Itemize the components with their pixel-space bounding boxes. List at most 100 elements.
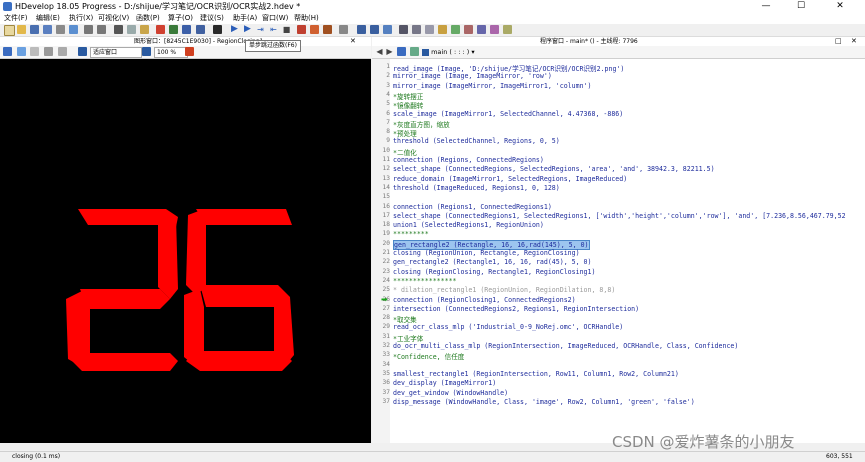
- calibration-icon[interactable]: [477, 25, 486, 34]
- code-line[interactable]: dev_display (ImageMirror1): [393, 379, 496, 387]
- code-line[interactable]: reduce_domain (ImageMirror1, SelectedReg…: [393, 175, 627, 183]
- step-into-icon[interactable]: ⇥: [256, 25, 265, 34]
- maximize-button[interactable]: ☐: [787, 0, 815, 13]
- matching-icon[interactable]: [490, 25, 499, 34]
- menu-window[interactable]: 窗口(W): [262, 13, 288, 24]
- save-all-icon[interactable]: [43, 25, 52, 34]
- close-button[interactable]: ✕: [826, 0, 854, 13]
- settings-icon[interactable]: [69, 25, 78, 34]
- reset-icon[interactable]: [297, 25, 306, 34]
- copy-icon[interactable]: [127, 25, 136, 34]
- code-line[interactable]: do_ocr_multi_class_mlp (RegionIntersecti…: [393, 342, 738, 350]
- step-out-icon[interactable]: ⇤: [269, 25, 278, 34]
- menu-suggestions[interactable]: 建议(S): [200, 13, 224, 24]
- feature-histogram-icon[interactable]: [425, 25, 434, 34]
- close-icon[interactable]: ✕: [350, 37, 356, 46]
- breakpoint-icon[interactable]: [196, 25, 205, 34]
- close-icon[interactable]: ✕: [851, 37, 857, 46]
- code-editor[interactable]: 1 2 3 4 5 6 7 8 9 10 11 12 13 14 15 16 17 18 19 20 21 22 23 24 2…: [372, 59, 865, 443]
- line-number: 18: [382, 221, 390, 229]
- stop-icon[interactable]: ■: [282, 25, 291, 34]
- menu-file[interactable]: 文件(F): [4, 13, 28, 24]
- step-over-icon[interactable]: ▶: [243, 25, 252, 34]
- cut-icon[interactable]: [114, 25, 123, 34]
- zoom-icon[interactable]: [44, 47, 53, 56]
- record-icon[interactable]: [213, 25, 222, 34]
- zoom-mode-select[interactable]: 适应窗口: [90, 47, 142, 58]
- comment-icon[interactable]: [156, 25, 165, 34]
- fit-window-icon[interactable]: [78, 47, 87, 56]
- code-line[interactable]: connection (RegionClosing1, ConnectedReg…: [393, 296, 576, 304]
- code-line[interactable]: mirror_image (ImageMirror, ImageMirror1,…: [393, 82, 592, 90]
- save-icon[interactable]: [30, 25, 39, 34]
- code-line[interactable]: scale_image (ImageMirror1, SelectedChann…: [393, 110, 623, 118]
- back-icon[interactable]: ◀: [375, 47, 384, 56]
- procedure-icon[interactable]: [397, 47, 406, 56]
- code-line[interactable]: union1 (SelectedRegions1, RegionUnion): [393, 221, 544, 229]
- menu-help[interactable]: 帮助(H): [294, 13, 319, 24]
- run-icon[interactable]: ▶: [230, 25, 239, 34]
- menu-execute[interactable]: 执行(X): [69, 13, 93, 24]
- new-file-icon[interactable]: [4, 25, 15, 36]
- ocr-assistant-icon[interactable]: [464, 25, 473, 34]
- zoom-percent-icon[interactable]: [142, 47, 151, 56]
- chevron-down-icon[interactable]: [58, 47, 67, 56]
- dev-open-icon[interactable]: [339, 25, 348, 34]
- restore-icon[interactable]: □: [835, 37, 842, 46]
- line-profile-icon[interactable]: [451, 25, 460, 34]
- code-line[interactable]: gen_rectangle2 (Rectangle1, 16, 16, rad(…: [393, 258, 592, 266]
- code-line[interactable]: * dilation_rectangle1 (RegionUnion, Regi…: [393, 286, 615, 294]
- inspect-icon[interactable]: [438, 25, 447, 34]
- code-line[interactable]: intersection (ConnectedRegions2, Regions…: [393, 305, 639, 313]
- code-line[interactable]: connection (Regions, ConnectedRegions): [393, 156, 544, 164]
- minimize-button[interactable]: —: [752, 0, 780, 13]
- paste-icon[interactable]: [140, 25, 149, 34]
- code-line[interactable]: threshold (SelectedChannel, Regions, 0, …: [393, 137, 560, 145]
- graphics-window-icon[interactable]: [357, 25, 366, 34]
- redo-icon[interactable]: [97, 25, 106, 34]
- program-window-icon[interactable]: [383, 25, 392, 34]
- print-icon[interactable]: [56, 25, 65, 34]
- color-settings-icon[interactable]: [185, 47, 194, 56]
- variables-icon[interactable]: [182, 25, 191, 34]
- code-line[interactable]: ****************: [393, 277, 457, 285]
- code-line[interactable]: mirror_image (Image, ImageMirror, 'row'): [393, 72, 552, 80]
- code-line[interactable]: closing (RegionClosing, Rectangle1, Regi…: [393, 268, 595, 276]
- forward-icon[interactable]: ▶: [385, 47, 394, 56]
- measure-icon[interactable]: [503, 25, 512, 34]
- open-folder-icon[interactable]: [17, 25, 26, 34]
- menu-edit[interactable]: 编辑(E): [36, 13, 60, 24]
- menu-operators[interactable]: 算子(O): [168, 13, 193, 24]
- code-line[interactable]: threshold (ImageReduced, Regions1, 0, 12…: [393, 184, 560, 192]
- procedure-selector[interactable]: main ( : : : ) ▾: [422, 47, 475, 57]
- pan-icon[interactable]: [30, 47, 39, 56]
- zoom-percent-select[interactable]: 100 %: [154, 47, 188, 58]
- graphics-canvas[interactable]: [0, 59, 371, 443]
- find-icon[interactable]: [169, 25, 178, 34]
- code-line[interactable]: *Confidence, 信任度: [393, 351, 464, 361]
- code-line[interactable]: select_shape (ConnectedRegions1, Selecte…: [393, 212, 846, 220]
- code-line[interactable]: disp_message (WindowHandle, Class, 'imag…: [393, 398, 695, 406]
- line-number: 2: [386, 72, 390, 80]
- reset-all-icon[interactable]: [310, 25, 319, 34]
- line-number: 14: [382, 183, 390, 191]
- gray-histogram-icon[interactable]: [412, 25, 421, 34]
- code-line[interactable]: *********: [393, 230, 429, 238]
- abort-icon[interactable]: [323, 25, 332, 34]
- pointer-icon[interactable]: [17, 47, 26, 56]
- code-line[interactable]: closing (RegionUnion, Rectangle, RegionC…: [393, 249, 580, 257]
- code-line[interactable]: connection (Regions1, ConnectedRegions1): [393, 203, 552, 211]
- menu-procedures[interactable]: 函数(P): [136, 13, 160, 24]
- code-line[interactable]: dev_get_window (WindowHandle): [393, 389, 508, 397]
- code-line[interactable]: read_ocr_class_mlp ('Industrial_0-9_NoRe…: [393, 323, 623, 331]
- menu-assistants[interactable]: 助手(A): [233, 13, 257, 24]
- zoom-window-icon[interactable]: [399, 25, 408, 34]
- clear-window-icon[interactable]: [3, 47, 12, 56]
- edit-procedure-icon[interactable]: [410, 47, 419, 56]
- variable-window-icon[interactable]: [370, 25, 379, 34]
- program-window-title: 程序窗口 - main* () - 主线程: 7796: [540, 38, 638, 45]
- code-line[interactable]: smallest_rectangle1 (RegionIntersection,…: [393, 370, 679, 378]
- menu-visualize[interactable]: 可视化(V): [98, 13, 129, 24]
- undo-icon[interactable]: [84, 25, 93, 34]
- code-line[interactable]: select_shape (ConnectedRegions, Selected…: [393, 165, 715, 173]
